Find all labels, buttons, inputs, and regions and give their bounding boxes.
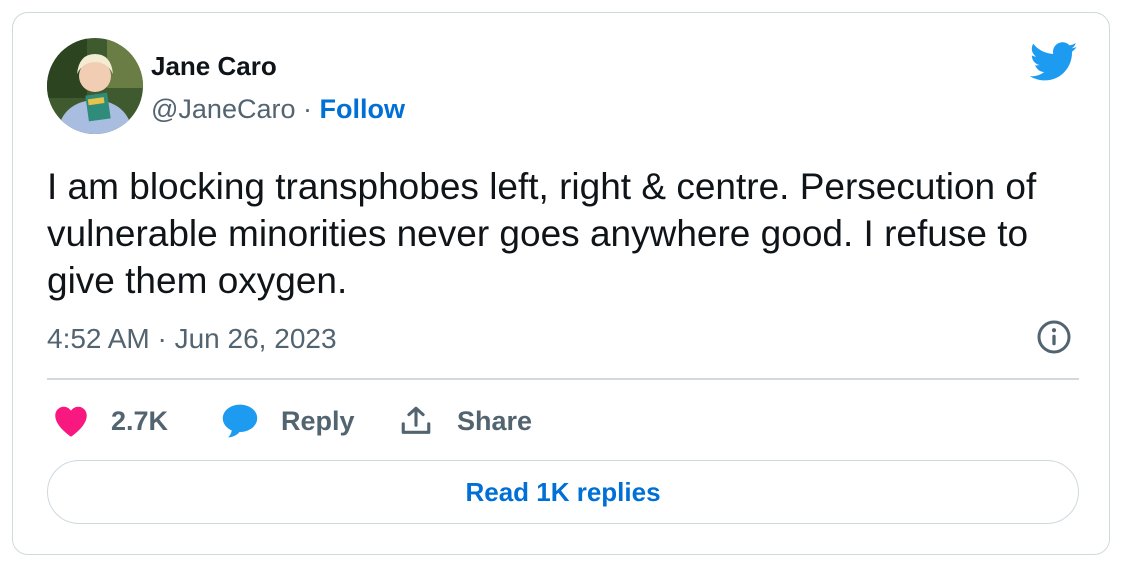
share-button[interactable]: Share (399, 399, 532, 443)
speech-bubble-icon (222, 404, 258, 438)
read-replies-button[interactable]: Read 1K replies (47, 460, 1079, 524)
follow-button[interactable]: Follow (320, 94, 405, 124)
twitter-bird-icon[interactable] (1030, 42, 1078, 82)
reply-button[interactable]: Reply (221, 399, 355, 443)
tweet-text: I am blocking transphobes left, right & … (47, 166, 1037, 301)
like-button[interactable]: 2.7K (53, 399, 168, 443)
share-upload-icon (401, 406, 431, 434)
handle-row: @JaneCaro · Follow (151, 94, 405, 125)
author-handle[interactable]: @JaneCaro (151, 94, 295, 124)
heart-icon (55, 406, 87, 437)
avatar[interactable] (47, 38, 143, 134)
tweet-card: Jane Caro @JaneCaro · Follow I am blocki… (12, 12, 1110, 555)
reply-label: Reply (281, 405, 355, 436)
divider (47, 378, 1079, 380)
share-label: Share (457, 405, 533, 436)
author-name[interactable]: Jane Caro (151, 51, 277, 82)
like-count: 2.7K (111, 405, 169, 436)
avatar-photo (47, 38, 143, 134)
separator-dot: · (303, 94, 312, 124)
tweet-timestamp[interactable]: 4:52 AM · Jun 26, 2023 (47, 323, 337, 355)
info-icon[interactable] (1036, 319, 1072, 355)
